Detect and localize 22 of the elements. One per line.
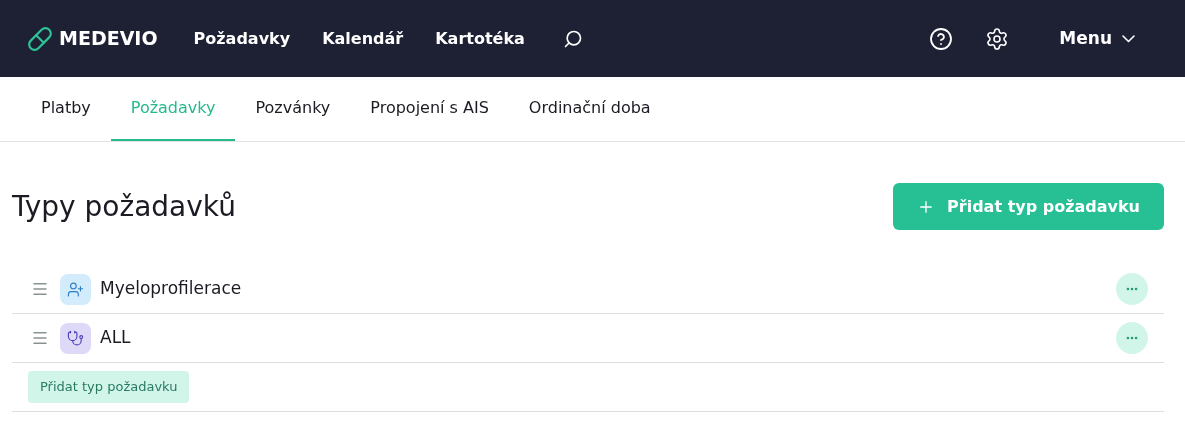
nav-link[interactable]: Požadavky	[177, 26, 307, 51]
tab[interactable]: Platby	[21, 77, 111, 141]
menu-button[interactable]: Menu	[1059, 25, 1135, 52]
search-icon[interactable]	[562, 28, 583, 49]
tab[interactable]: Pozvánky	[235, 77, 351, 141]
add-type-link-button[interactable]: Přidat typ požadavku	[28, 371, 190, 403]
nav-link[interactable]: Kalendář	[306, 26, 420, 51]
drag-handle-icon[interactable]	[31, 329, 49, 347]
logo-icon	[27, 25, 53, 52]
page-title: Typy požadavků	[12, 188, 236, 225]
tab[interactable]: Ordinační doba	[508, 77, 671, 141]
person-add-icon	[67, 280, 84, 298]
type-name: Myeloprofilerace	[100, 277, 242, 301]
logo-text: MEDEVIO	[59, 26, 158, 52]
nav-link[interactable]: Kartotéka	[419, 26, 541, 51]
tab[interactable]: Propojení s AIS	[350, 77, 509, 141]
help-icon[interactable]	[929, 26, 954, 51]
chevron-icon	[1122, 34, 1135, 43]
type-name: ALL	[100, 326, 131, 350]
drag-handle-icon[interactable]	[31, 280, 49, 298]
settings-icon[interactable]	[985, 26, 1010, 51]
stethoscope-icon	[67, 329, 84, 347]
